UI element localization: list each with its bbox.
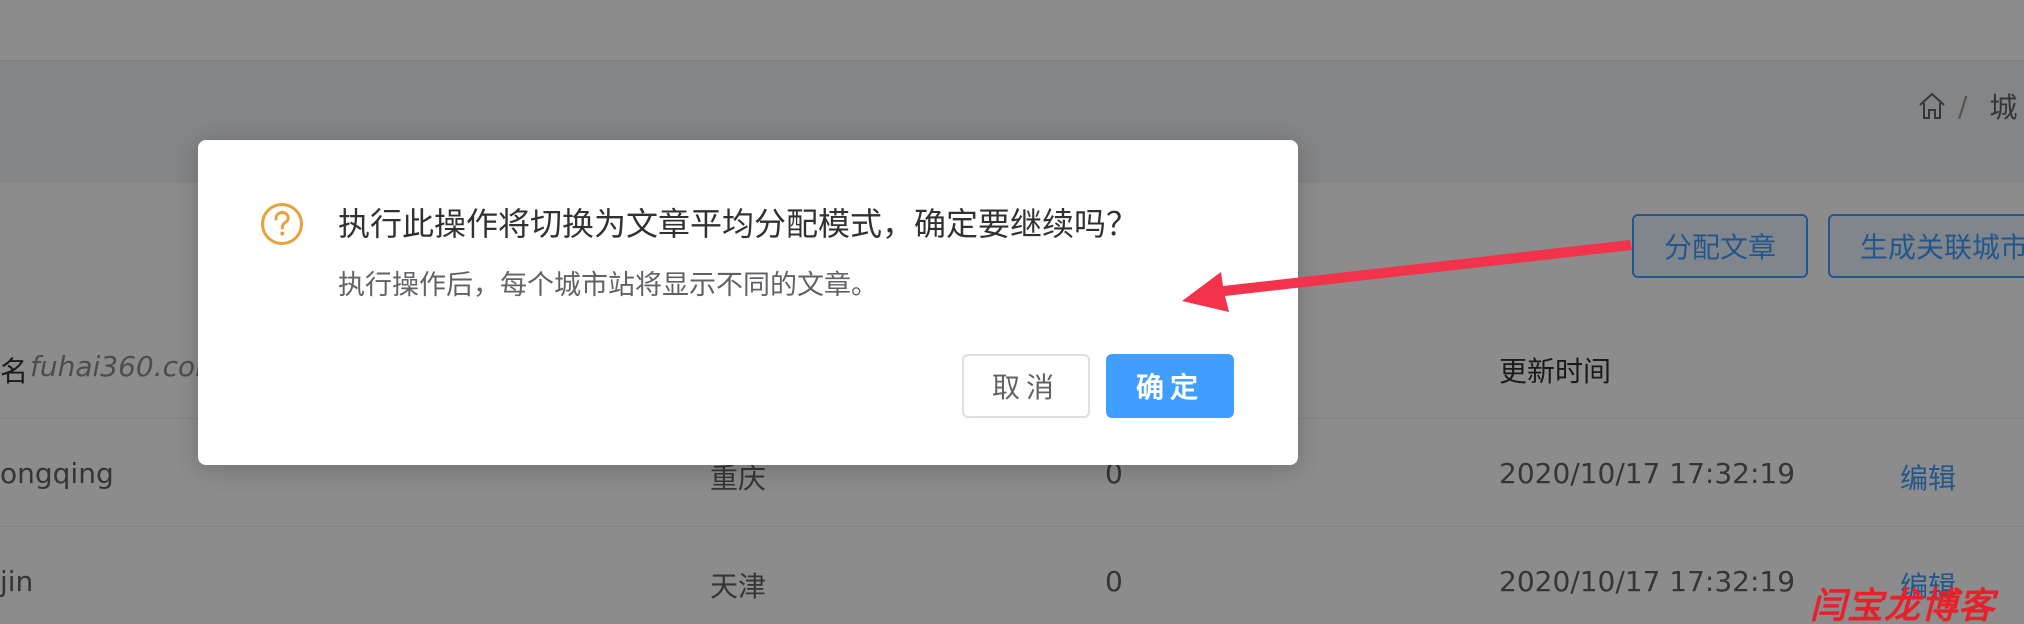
cancel-button[interactable]: 取消 <box>962 354 1090 418</box>
blog-watermark: 闫宝龙博客 <box>1810 586 1996 624</box>
question-circle-icon <box>261 203 303 245</box>
dialog-title: 执行此操作将切换为文章平均分配模式，确定要继续吗？ <box>338 205 1139 243</box>
dialog-message: 执行操作后，每个城市站将显示不同的文章。 <box>338 270 878 301</box>
confirm-button[interactable]: 确定 <box>1106 354 1234 418</box>
page: / 城 分配文章 生成关联城市 名 fuhai360.com 更新时间 ongq… <box>0 0 2024 624</box>
confirm-dialog: 执行此操作将切换为文章平均分配模式，确定要继续吗？ 执行操作后，每个城市站将显示… <box>198 140 1298 465</box>
